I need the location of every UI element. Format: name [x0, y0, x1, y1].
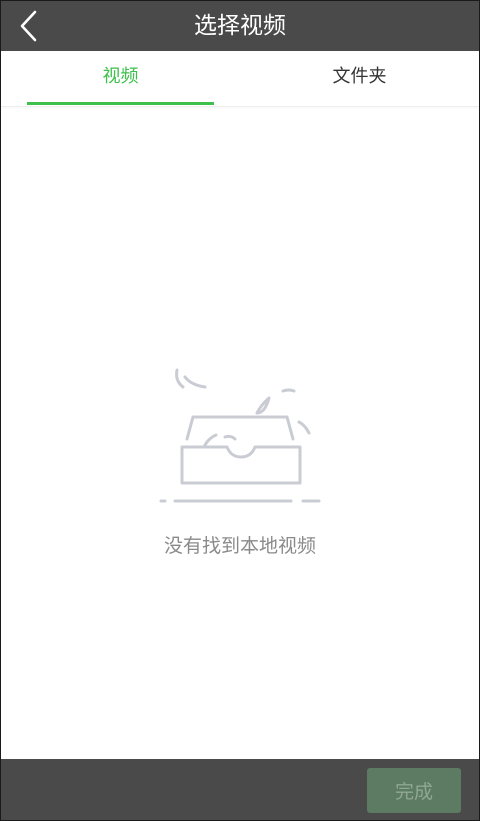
back-button[interactable] [7, 5, 51, 47]
title-bar: 选择视频 [1, 1, 479, 51]
tab-bar: 视频 文件夹 [1, 51, 479, 107]
empty-message: 没有找到本地视频 [163, 535, 316, 557]
tab-folder[interactable]: 文件夹 [266, 51, 453, 106]
page-title: 选择视频 [194, 13, 286, 39]
chevron-left-icon [7, 5, 51, 47]
bottom-bar: 完成 [1, 759, 479, 820]
active-tab-indicator [27, 102, 214, 105]
empty-box-icon [157, 365, 325, 505]
app-frame: 选择视频 视频 文件夹 没有找到本地视频 完成 [0, 0, 480, 821]
tab-video[interactable]: 视频 [27, 51, 214, 106]
done-button[interactable]: 完成 [367, 768, 461, 813]
